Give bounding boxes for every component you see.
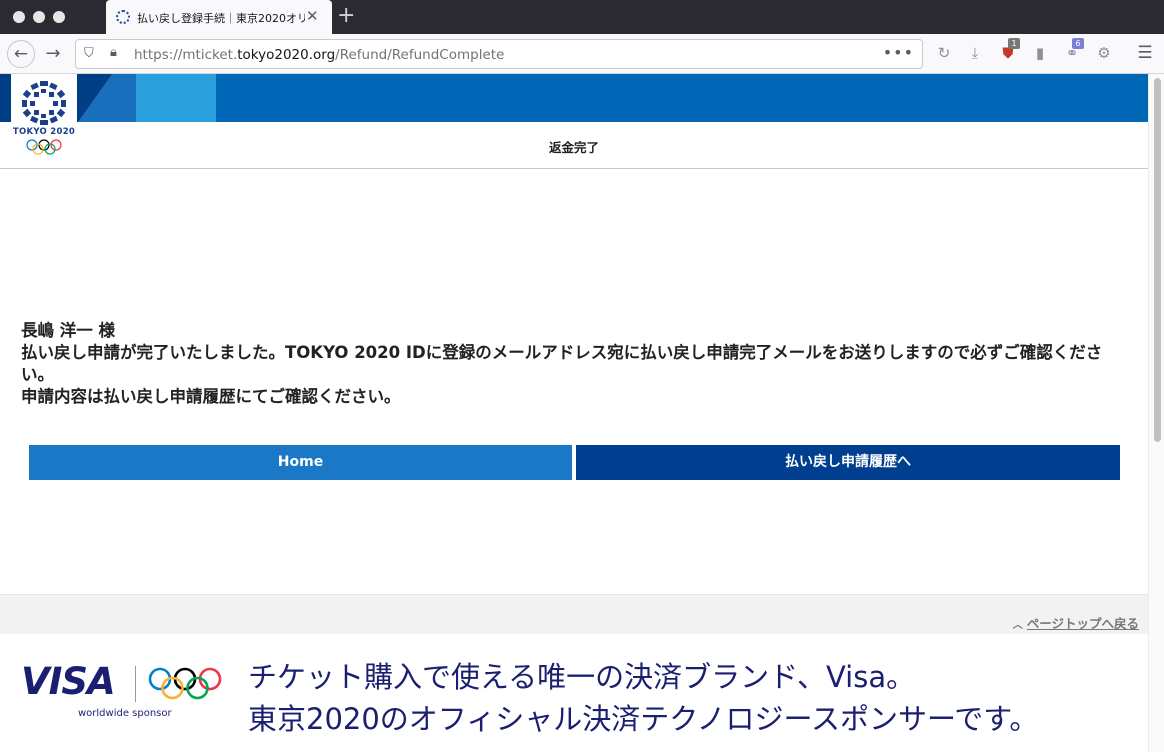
visa-logo: VISA (21, 660, 116, 703)
hamburger-menu-icon[interactable]: ☰ (1135, 43, 1155, 63)
back-arrow-icon[interactable]: ← (7, 40, 35, 68)
url-domain: tokyo2020.org (237, 47, 336, 63)
tokyo2020-favicon-icon (116, 10, 130, 24)
tracking-shield-icon[interactable]: ⛉ (84, 46, 94, 61)
tab-title: 払い戻し登録手続｜東京2020オリ (137, 12, 305, 25)
page-title: 返金完了 (548, 140, 599, 155)
footer-strip: ︿ ページトップへ戻る (0, 594, 1148, 634)
scrollbar-thumb[interactable] (1154, 78, 1161, 442)
recipient-greeting: 長嶋 洋一 様 (21, 321, 115, 340)
sponsor-caption: worldwide sponsor (78, 708, 172, 719)
chevron-up-icon: ︿ (1012, 620, 1023, 631)
url-text[interactable]: https://mticket.tokyo2020.org/Refund/Ref… (134, 47, 504, 63)
url-prefix: https://mticket. (134, 47, 238, 63)
window-zoom-button[interactable] (53, 11, 65, 23)
url-path: /Refund/RefundComplete (335, 47, 505, 63)
header-stripe-diagonal (78, 74, 112, 122)
extension-gear-icon[interactable]: ⚙ (1094, 43, 1114, 63)
home-button[interactable]: Home (29, 445, 572, 480)
page-scrollbar[interactable] (1148, 74, 1164, 752)
new-tab-plus-icon[interactable]: + (337, 3, 355, 28)
address-bar[interactable]: ⛉ 🔒︎ https://mticket.tokyo2020.org/Refun… (75, 39, 923, 69)
extension-info-icon[interactable]: ▮ (1030, 43, 1050, 63)
banner-headline: チケット購入で使える唯一の決済ブランド、Visa。 (248, 660, 916, 694)
ublock-shield-icon[interactable]: ⛊ 1 (998, 38, 1020, 63)
browser-tab-bar: 払い戻し登録手続｜東京2020オリ ✕ + (0, 0, 1164, 34)
browser-tab-active[interactable]: 払い戻し登録手続｜東京2020オリ ✕ (106, 0, 332, 34)
tokyo2020-emblem-icon (22, 81, 66, 125)
browser-nav-bar: ← → ⛉ 🔒︎ https://mticket.tokyo2020.org/R… (0, 34, 1164, 74)
window-close-button[interactable] (13, 11, 25, 23)
reload-icon[interactable]: ↻ (934, 43, 954, 63)
page-top-link[interactable]: ︿ ページトップへ戻る (1013, 613, 1139, 632)
history-note: 申請内容は払い戻し申請履歴にてご確認ください。 (21, 387, 401, 406)
banner-subline: 東京2020のオフィシャル決済テクノロジースポンサーです。 (248, 702, 1039, 736)
download-icon[interactable]: ⤓ (965, 43, 985, 63)
tab-close-icon[interactable]: ✕ (306, 7, 319, 25)
completion-text: 払い戻し申請が完了いたしました。TOKYO 2020 IDに登録のメールアドレス… (21, 343, 1103, 384)
olympic-rings-icon (148, 667, 222, 700)
lock-icon[interactable]: 🔒︎ (110, 45, 117, 60)
window-minimize-button[interactable] (33, 11, 45, 23)
forward-arrow-icon[interactable]: → (41, 42, 65, 66)
title-bar: 返金完了 (0, 122, 1148, 169)
banner-divider (135, 666, 136, 702)
page-top-label: ページトップへ戻る (1026, 616, 1139, 631)
completion-message: 長嶋 洋一 様 払い戻し申請が完了いたしました。TOKYO 2020 IDに登録… (21, 320, 1133, 408)
extension-cluster-icon[interactable]: ⚭ 6 (1062, 38, 1084, 63)
ublock-badge: 1 (1008, 38, 1020, 49)
header-band (0, 74, 1148, 122)
header-stripe-light (136, 74, 216, 122)
extension-badge: 6 (1072, 38, 1084, 49)
visa-sponsor-banner[interactable]: VISA worldwide sponsor チケット購入で使える唯一の決済ブラ… (0, 634, 1148, 752)
refund-history-button[interactable]: 払い戻し申請履歴へ (576, 445, 1120, 480)
page-content: TOKYO 2020 返金完了 長嶋 洋一 様 払い戻し申請が完了いたしました。… (0, 74, 1148, 752)
page-actions-more-icon[interactable]: ••• (883, 43, 914, 62)
